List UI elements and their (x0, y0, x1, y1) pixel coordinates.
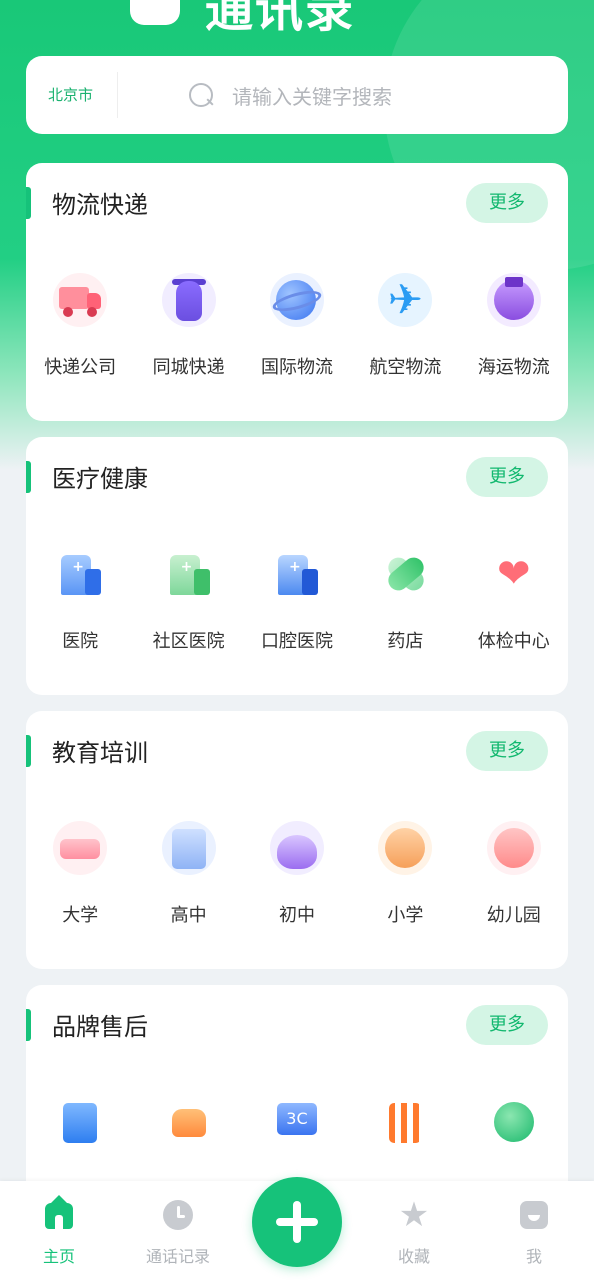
app-logo-text: 通讯录 (205, 0, 356, 38)
category-item-high-school[interactable]: 高中 (134, 821, 242, 927)
category-item-pharmacy[interactable]: 药店 (351, 547, 459, 653)
category-item-dental[interactable]: + 口腔医院 (243, 547, 351, 653)
category-label: 幼儿园 (486, 905, 541, 926)
category-item-primary-school[interactable]: 小学 (351, 821, 459, 927)
truck-icon (53, 273, 108, 327)
category-grid: 快递公司 同城快递 国际物流 ✈ 航空物流 海运物流 (26, 273, 568, 379)
more-button[interactable]: 更多 (466, 183, 548, 223)
more-button[interactable]: 更多 (466, 1005, 548, 1045)
category-label: 高中 (170, 905, 207, 926)
category-label: 药店 (387, 631, 424, 652)
category-item-checkup[interactable]: ❤ 体检中心 (460, 547, 568, 653)
nav-item-favorites[interactable]: ★ 收藏 (364, 1195, 464, 1267)
nav-label: 收藏 (397, 1247, 430, 1266)
3c-label: 3C (276, 1103, 317, 1135)
ship-icon (486, 273, 541, 327)
section-accent-bar (26, 735, 31, 767)
search-input[interactable]: 请输入关键字搜索 (232, 81, 392, 110)
category-item-community-hospital[interactable]: + 社区医院 (134, 547, 242, 653)
user-icon (518, 1199, 550, 1231)
airplane-icon: ✈ (378, 273, 433, 327)
section-accent-bar (26, 1009, 31, 1041)
scooter-icon (161, 273, 216, 327)
section-accent-bar (26, 461, 31, 493)
section-accent-bar (26, 187, 31, 219)
section-title: 教育培训 (52, 739, 148, 767)
nav-item-home[interactable]: 主页 (9, 1195, 109, 1267)
car-icon (162, 1095, 216, 1149)
add-button[interactable] (252, 1177, 342, 1267)
category-grid: + 医院 + 社区医院 + 口腔医院 药店 ❤ 体检中心 (26, 547, 568, 653)
fridge-icon (53, 1095, 107, 1149)
category-item-hospital[interactable]: + 医院 (26, 547, 134, 653)
city-selector[interactable]: 北京市 (26, 72, 118, 118)
nav-item-call-log[interactable]: 通话记录 (128, 1199, 228, 1267)
kid-face-icon (378, 821, 433, 875)
nav-label: 主页 (42, 1247, 75, 1266)
category-label: 体检中心 (477, 631, 550, 652)
category-item-3c[interactable]: 3C (243, 1095, 351, 1149)
section-title: 品牌售后 (52, 1013, 148, 1041)
category-item-sea[interactable]: 海运物流 (460, 273, 568, 379)
chart-board-icon (161, 821, 216, 875)
section-title: 物流快递 (52, 191, 148, 219)
category-label: 快递公司 (44, 357, 117, 378)
section-logistics: 物流快递 更多 快递公司 同城快递 国际物流 ✈ 航空物流 海运物流 (26, 163, 568, 421)
home-icon (43, 1195, 75, 1231)
graduation-cap-icon (53, 821, 108, 875)
star-icon: ★ (398, 1195, 430, 1235)
category-item-air[interactable]: ✈ 航空物流 (351, 273, 459, 379)
pill-icon (378, 547, 432, 601)
category-label: 初中 (278, 905, 315, 926)
globe-icon (269, 273, 324, 327)
category-label: 国际物流 (260, 357, 333, 378)
category-item-city-express[interactable]: 同城快递 (134, 273, 242, 379)
category-label: 医院 (62, 631, 99, 652)
category-item-international[interactable]: 国际物流 (243, 273, 351, 379)
community-hospital-icon: + (162, 547, 216, 601)
category-item-internet[interactable] (460, 1095, 568, 1149)
search-bar[interactable]: 北京市 请输入关键字搜索 (26, 56, 568, 134)
category-label: 同城快递 (152, 357, 225, 378)
category-item-car[interactable] (134, 1095, 242, 1149)
more-button[interactable]: 更多 (466, 731, 548, 771)
category-label: 海运物流 (477, 357, 550, 378)
clock-icon (162, 1199, 194, 1231)
search-icon (188, 82, 214, 108)
logo-icon (130, 0, 180, 25)
category-label: 口腔医院 (260, 631, 333, 652)
section-title: 医疗健康 (52, 465, 148, 493)
fork-knife-icon (378, 1095, 432, 1149)
nav-label: 通话记录 (145, 1247, 210, 1266)
category-label: 航空物流 (369, 357, 442, 378)
3c-monitor-icon: 3C (270, 1095, 324, 1149)
flask-icon (269, 821, 324, 875)
baby-face-icon (486, 821, 541, 875)
nav-label: 我 (525, 1247, 542, 1266)
category-item-university[interactable]: 大学 (26, 821, 134, 927)
category-item-appliance[interactable] (26, 1095, 134, 1149)
category-label: 小学 (387, 905, 424, 926)
section-medical: 医疗健康 更多 + 医院 + 社区医院 + 口腔医院 药店 ❤ 体检中心 (26, 437, 568, 695)
category-grid: 3C (26, 1095, 568, 1149)
section-education: 教育培训 更多 大学 高中 初中 小学 幼儿园 (26, 711, 568, 969)
category-item-kindergarten[interactable]: 幼儿园 (460, 821, 568, 927)
category-item-middle-school[interactable]: 初中 (243, 821, 351, 927)
earth-icon (487, 1095, 541, 1149)
category-label: 社区医院 (152, 631, 225, 652)
heart-icon: ❤ (496, 551, 531, 597)
dental-hospital-icon: + (270, 547, 324, 601)
category-item-express-company[interactable]: 快递公司 (26, 273, 134, 379)
nav-item-me[interactable]: 我 (484, 1199, 584, 1267)
more-button[interactable]: 更多 (466, 457, 548, 497)
category-label: 大学 (62, 905, 99, 926)
hospital-icon: + (53, 547, 107, 601)
category-grid: 大学 高中 初中 小学 幼儿园 (26, 821, 568, 927)
category-item-dining[interactable] (351, 1095, 459, 1149)
